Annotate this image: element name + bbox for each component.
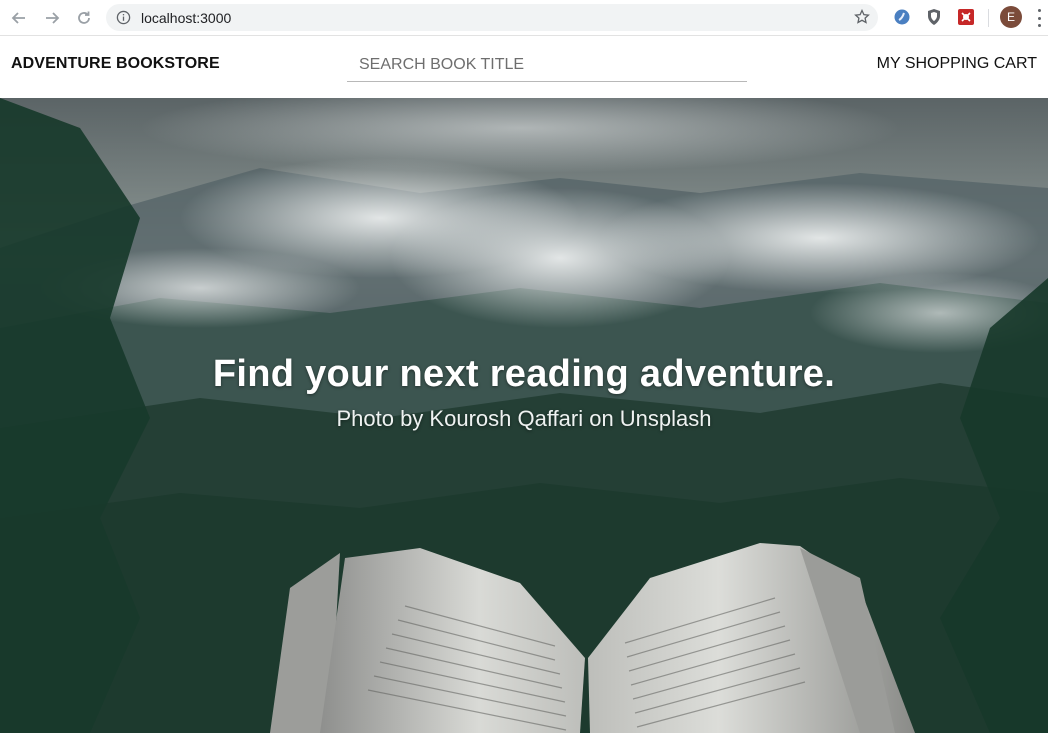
browser-menu-icon[interactable] [1036, 9, 1042, 27]
brand-title[interactable]: ADVENTURE BOOKSTORE [11, 55, 220, 73]
hero-banner: Find your next reading adventure. Photo … [0, 98, 1048, 733]
info-icon[interactable] [116, 10, 131, 30]
photo-credit: Photo by Kourosh Qaffari on Unsplash [336, 406, 712, 431]
address-bar[interactable]: localhost:3000 [106, 4, 878, 31]
shopping-cart-link[interactable]: MY SHOPPING CART [877, 55, 1037, 73]
bookmark-star-icon[interactable] [854, 8, 870, 30]
app-header: ADVENTURE BOOKSTORE MY SHOPPING CART [0, 36, 1048, 98]
search-input[interactable] [347, 49, 747, 81]
back-arrow-icon[interactable] [8, 7, 30, 29]
profile-avatar[interactable]: E [1000, 6, 1022, 28]
search-field[interactable] [347, 49, 747, 82]
extension-red-icon[interactable] [957, 8, 975, 26]
shield-icon[interactable] [925, 8, 943, 26]
browser-toolbar: localhost:3000 E [0, 0, 1048, 36]
reload-icon[interactable] [73, 7, 95, 29]
toolbar-divider [988, 9, 989, 27]
forward-arrow-icon[interactable] [41, 7, 63, 29]
extension-icon[interactable] [893, 8, 911, 26]
url-text[interactable]: localhost:3000 [141, 10, 231, 26]
hero-title: Find your next reading adventure. [212, 353, 836, 395]
